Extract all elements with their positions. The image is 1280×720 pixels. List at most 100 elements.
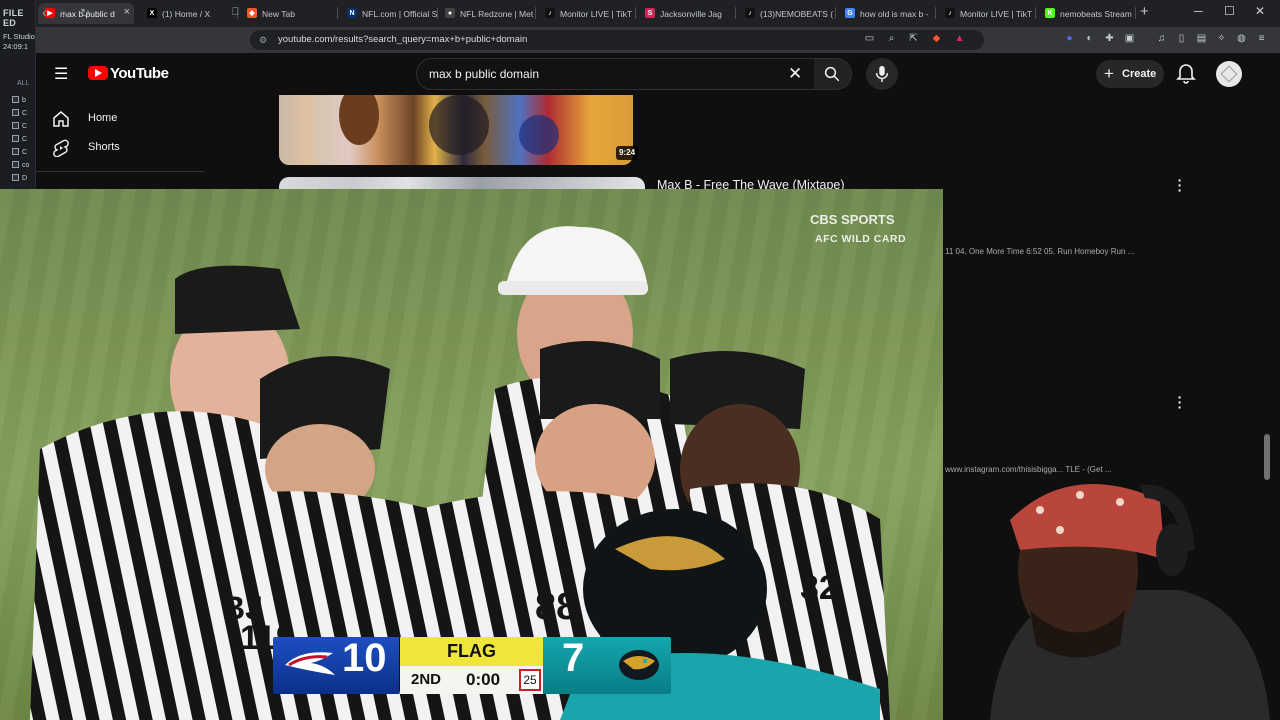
tab[interactable]: Ghow old is max b - <box>838 3 936 24</box>
daw-all-label: ALL <box>17 80 30 87</box>
brave-rewards-icon[interactable]: ▲ <box>954 33 965 44</box>
tab[interactable]: S Jacksonville Jag <box>638 3 736 24</box>
extension-icon[interactable]: ◐ <box>1084 33 1095 44</box>
vpn-icon[interactable]: ◍ <box>1236 33 1247 44</box>
sidebar-divider <box>36 171 204 172</box>
close-tab-icon[interactable]: × <box>124 6 130 18</box>
tab-title: Jacksonville Jag <box>660 8 722 19</box>
sidebar-item-home[interactable]: Home <box>36 104 204 132</box>
site-info-icon[interactable]: ⚙ <box>259 30 267 50</box>
tiktok-icon: ♪ <box>745 8 755 18</box>
window-close-icon[interactable]: ✕ <box>1255 4 1265 18</box>
brave-shields-icon[interactable]: ◆ <box>931 33 942 44</box>
away-score: 7 <box>562 636 585 680</box>
guide-menu-icon[interactable]: ☰ <box>54 64 68 84</box>
daw-browser-row[interactable]: C <box>12 122 34 132</box>
search-input[interactable]: max b public domain <box>416 58 818 90</box>
share-icon[interactable]: ⇱ <box>908 33 919 44</box>
tab-title: NFL.com | Official S <box>362 8 438 19</box>
sidebar-item-label: Home <box>88 112 118 124</box>
tab[interactable]: N NFL.com | Official S <box>340 3 438 24</box>
bills-logo-icon <box>285 652 335 675</box>
wallet-icon[interactable]: ▣ <box>1124 33 1135 44</box>
tab-title: Monitor LIVE | TikT <box>960 8 1033 19</box>
tab[interactable]: ♪ (13)NEMOBEATS ( <box>738 3 836 24</box>
video-thumbnail[interactable] <box>279 95 633 165</box>
flag-status: FLAG <box>447 641 496 661</box>
x-icon: X <box>147 8 157 18</box>
maximize-icon[interactable]: ☐ <box>1224 4 1235 18</box>
nfl-icon: N <box>347 8 357 18</box>
daw-menu[interactable]: FILE ED <box>3 8 35 28</box>
globe-icon: ● <box>445 8 455 18</box>
notifications-bell-icon[interactable] <box>1176 62 1196 84</box>
tab-separator <box>835 7 836 19</box>
sidebar-icon[interactable]: ▯ <box>1176 33 1187 44</box>
voice-search-button[interactable] <box>866 58 898 90</box>
forward-icon[interactable]: › <box>62 4 67 20</box>
google-icon: G <box>845 8 855 18</box>
daw-browser-row[interactable]: D <box>12 174 34 184</box>
daw-info-line: FL Studio <box>3 32 35 41</box>
jersey-number: 32 <box>800 569 838 607</box>
minimize-icon[interactable]: ─ <box>1194 4 1203 18</box>
new-tab-button[interactable]: + <box>1140 3 1149 20</box>
tab-title: (1) Home / X <box>162 8 211 19</box>
tab-separator <box>337 7 338 19</box>
tab-title: Monitor LIVE | TikT <box>560 8 633 19</box>
daw-browser-row[interactable]: C <box>12 148 34 158</box>
tab-separator <box>1135 7 1136 19</box>
game-clock: 0:00 <box>466 670 501 689</box>
youtube-logo-icon[interactable] <box>88 66 108 80</box>
more-actions-icon[interactable]: · · · <box>1177 390 1183 414</box>
tab[interactable]: ● NFL Redzone | Met <box>438 3 536 24</box>
tab[interactable]: ◆ New Tab <box>240 3 338 24</box>
daw-browser-row[interactable]: C <box>12 109 34 119</box>
search-button[interactable] <box>814 58 852 90</box>
url-text: youtube.com/results?search_query=max+b+p… <box>278 34 528 45</box>
wallet-icon[interactable]: ▤ <box>1196 33 1207 44</box>
more-actions-icon[interactable]: · · · <box>1177 173 1183 197</box>
daw-info: FL Studio 24:09:1 <box>3 32 35 52</box>
reload-icon[interactable]: ↻ <box>80 6 90 20</box>
brave-icon: ◆ <box>247 8 257 18</box>
daw-browser-row[interactable]: C <box>12 135 34 145</box>
cast-icon[interactable]: ▭ <box>864 33 875 44</box>
account-avatar[interactable] <box>1216 61 1242 87</box>
tab-separator <box>735 7 736 19</box>
extensions-puzzle-icon[interactable]: ✚ <box>1104 33 1115 44</box>
zoom-icon[interactable]: ⌕ <box>886 33 897 44</box>
tab[interactable]: ♪ Monitor LIVE | TikT <box>538 3 636 24</box>
youtube-logo-text[interactable]: YouTube <box>110 65 169 82</box>
tab[interactable]: ♪ Monitor LIVE | TikT <box>938 3 1036 24</box>
tab-title: NFL Redzone | Met <box>460 8 534 19</box>
tab-title: New Tab <box>262 8 295 19</box>
menu-icon[interactable]: ≡ <box>1256 33 1267 44</box>
s-icon: S <box>645 8 655 18</box>
tab[interactable]: Knemobeats Stream <box>1038 3 1136 24</box>
video-duration-badge: 9:24 <box>616 146 639 160</box>
create-button[interactable]: + Create <box>1096 60 1164 88</box>
daw-info-line: 24:09:1 <box>3 42 29 51</box>
leo-ai-icon[interactable]: ✧ <box>1216 33 1227 44</box>
media-icon[interactable]: ♫ <box>1156 33 1167 44</box>
home-icon <box>53 111 69 127</box>
network-bug: CBS SPORTS <box>810 212 895 227</box>
daw-browser-row[interactable]: b <box>12 96 34 106</box>
extension-icon[interactable]: ● <box>1064 33 1075 44</box>
search-icon <box>824 66 840 82</box>
sidebar-item-shorts[interactable]: Shorts <box>36 133 204 161</box>
quarter: 2ND <box>411 671 442 688</box>
bookmark-icon[interactable]: ⎕ <box>232 6 239 19</box>
back-icon[interactable]: ‹ <box>42 4 47 20</box>
tab-separator <box>535 7 536 19</box>
tab[interactable]: X (1) Home / X <box>140 3 238 24</box>
video-description: 11 04. One More Time 6:52 05. Run Homebo… <box>945 247 1135 256</box>
tab-title: how old is max b - <box>860 8 929 19</box>
tiktok-icon: ♪ <box>945 8 955 18</box>
clear-search-icon[interactable]: ✕ <box>788 64 802 84</box>
tab-separator <box>935 7 936 19</box>
sidebar-item-label: Shorts <box>88 141 120 153</box>
daw-browser-row[interactable]: co <box>12 161 34 171</box>
tab-title: (13)NEMOBEATS ( <box>760 8 834 19</box>
